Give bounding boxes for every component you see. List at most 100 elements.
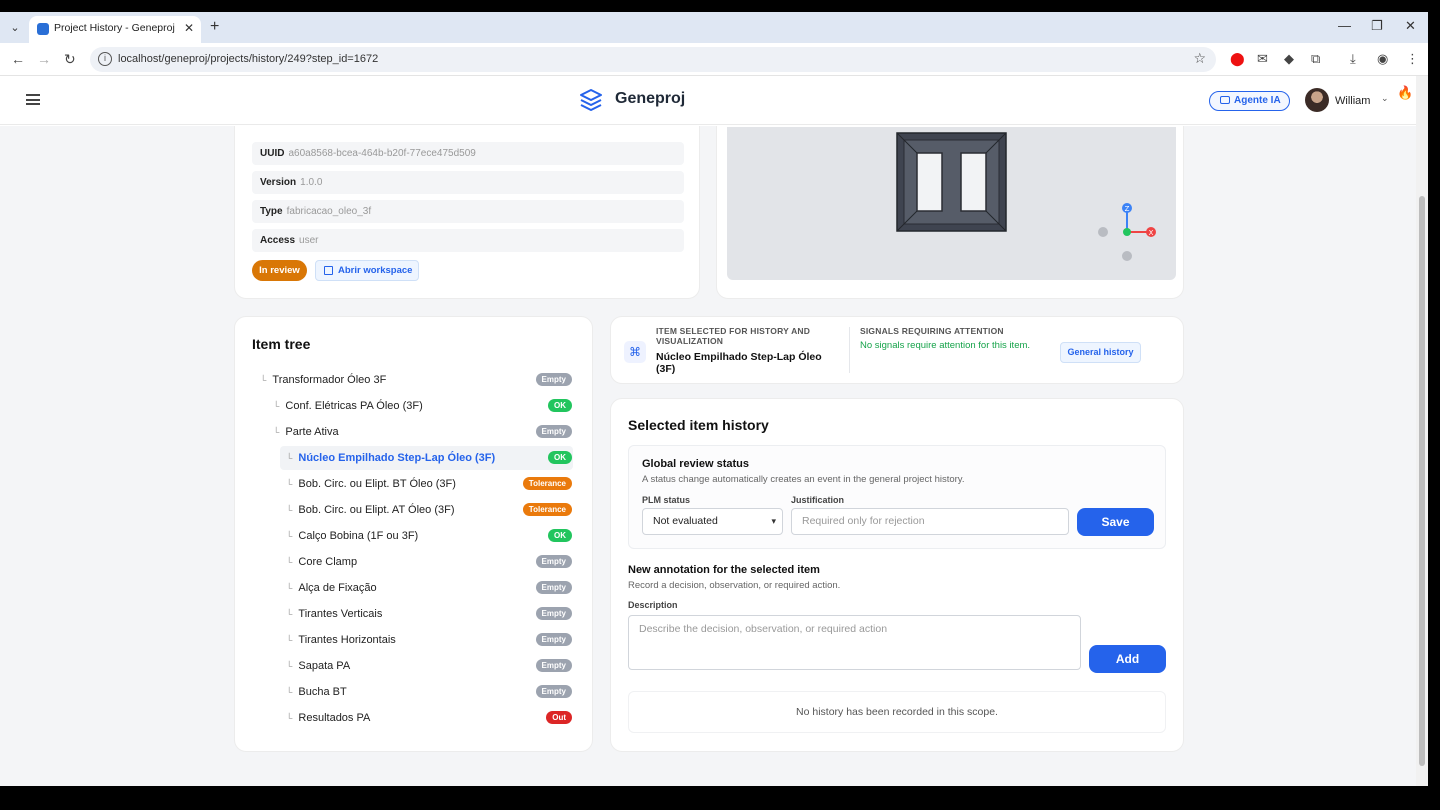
plm-status-select[interactable]: Not evaluated ▾ [642, 508, 783, 535]
status-badge: Empty [535, 607, 572, 620]
tree-branch-icon: └ [286, 713, 293, 723]
tree-item[interactable]: └ Resultados PA Out [286, 706, 594, 730]
tab-title: Project History - Geneproj [54, 22, 175, 34]
status-badge: OK [548, 529, 572, 542]
restore-icon[interactable]: ❐ [1371, 18, 1383, 34]
tree-item[interactable]: └ Bob. Circ. ou Elipt. AT Óleo (3F) Tolera… [286, 498, 594, 522]
scrollbar-thumb[interactable] [1419, 196, 1425, 766]
new-tab-icon[interactable]: + [210, 18, 219, 36]
app-header: Geneproj Agente IA William ⌄ 🔥 [0, 76, 1428, 125]
flame-icon[interactable]: 🔥 [1397, 85, 1413, 101]
selected-item-name: Núcleo Empilhado Step-Lap Óleo (3F) [656, 351, 822, 375]
tree-branch-icon: └ [286, 479, 293, 489]
justification-input[interactable]: Required only for rejection [791, 508, 1069, 535]
minimize-icon[interactable]: — [1338, 18, 1351, 33]
site-info-icon[interactable]: i [98, 52, 112, 66]
avatar[interactable] [1305, 88, 1329, 112]
puzzle-extensions-icon[interactable]: ⧉ [1311, 51, 1320, 67]
project-meta-card: UUID a60a8568-bcea-464b-b20f-77ece475d509… [234, 126, 700, 299]
tree-branch-icon: └ [273, 401, 280, 411]
axis-x-label: X [1149, 229, 1154, 237]
status-badge: Tolerance [522, 477, 572, 490]
tree-item[interactable]: └ Transformador Óleo 3F Empty [260, 368, 594, 392]
review-title: Global review status [642, 458, 749, 470]
forward-icon[interactable]: → [37, 51, 51, 67]
agent-ia-button[interactable]: Agente IA [1209, 91, 1290, 111]
status-badge: OK [548, 399, 572, 412]
tree-item-label: Bob. Circ. ou Elipt. BT Óleo (3F) [298, 478, 456, 490]
tree-item[interactable]: └ Bucha BT Empty [286, 680, 594, 704]
favicon-icon [37, 23, 49, 35]
tree-item[interactable]: └ Conf. Elétricas PA Óleo (3F) OK [273, 394, 594, 418]
type-row: Type fabricacao_oleo_3f [252, 200, 684, 223]
tree-item[interactable]: └ Sapata PA Empty [286, 654, 594, 678]
selection-card: ⌘ Item selected for history and visualiz… [610, 316, 1184, 384]
chevron-down-icon[interactable]: ⌄ [1381, 93, 1389, 104]
app-name: Geneproj [615, 90, 686, 107]
status-badge: Empty [535, 373, 572, 386]
tree-item-label: Calço Bobina (1F ou 3F) [298, 530, 419, 542]
hamburger-menu-icon[interactable] [26, 94, 40, 105]
page-content: UUID a60a8568-bcea-464b-b20f-77ece475d509… [0, 126, 1416, 786]
tab-search-icon[interactable]: ⌄ [6, 19, 24, 37]
tree-item[interactable]: └ Tirantes Horizontais Empty [286, 628, 594, 652]
tree-item-label: Transformador Óleo 3F [272, 374, 387, 386]
open-workspace-button[interactable]: Abrir workspace [315, 260, 419, 281]
viewer-card: Z X [716, 126, 1184, 299]
status-badge: Empty [535, 685, 572, 698]
uuid-row: UUID a60a8568-bcea-464b-b20f-77ece475d509 [252, 142, 684, 165]
close-window-icon[interactable]: ✕ [1405, 18, 1416, 34]
save-button[interactable]: Save [1077, 508, 1154, 536]
monitor-icon [1220, 96, 1230, 104]
page-scrollbar[interactable] [1416, 76, 1428, 786]
tree-branch-icon: └ [286, 531, 293, 541]
url-field[interactable]: i localhost/geneproj/projects/history/24… [90, 47, 1216, 72]
tree-item-label: Bob. Circ. ou Elipt. AT Óleo (3F) [298, 504, 455, 516]
tree-item[interactable]: └ Alça de Fixação Empty [286, 576, 594, 600]
tree-item[interactable]: └ Calço Bobina (1F ou 3F) OK [286, 524, 594, 548]
bookmark-star-icon[interactable]: ☆ [1193, 50, 1206, 67]
version-row: Version 1.0.0 [252, 171, 684, 194]
annotation-title: New annotation for the selected item [628, 564, 820, 576]
tree-branch-icon: └ [286, 687, 293, 697]
command-icon: ⌘ [624, 341, 646, 363]
tree-item-label: Core Clamp [298, 556, 358, 568]
annotation-desc: Record a decision, observation, or requi… [628, 580, 841, 591]
profile-icon[interactable]: ◉ [1377, 51, 1388, 67]
description-label: Description [628, 600, 678, 610]
general-history-button[interactable]: General history [1060, 342, 1141, 363]
back-icon[interactable]: ← [11, 51, 25, 67]
status-badge: In review [252, 260, 307, 281]
close-tab-icon[interactable]: ✕ [184, 21, 194, 35]
reload-icon[interactable]: ↻ [64, 51, 76, 68]
tree-branch-icon: └ [286, 583, 293, 593]
download-icon[interactable]: ⤓ [1350, 51, 1356, 67]
tree-item[interactable]: └ Parte Ativa Empty [273, 420, 594, 444]
tree-branch-icon: └ [286, 505, 293, 515]
user-name[interactable]: William [1335, 95, 1370, 107]
add-button[interactable]: Add [1089, 645, 1166, 673]
signals-label: Signals requiring attention [860, 326, 1004, 336]
url-text: localhost/geneproj/projects/history/249?… [118, 53, 379, 65]
tree-item-label: Tirantes Verticais [298, 608, 383, 620]
tree-item-label: Núcleo Empilhado Step-Lap Óleo (3F) [298, 452, 496, 464]
3d-viewer[interactable]: Z X [727, 127, 1176, 280]
tree-item[interactable]: └ Núcleo Empilhado Step-Lap Óleo (3F) OK [286, 446, 594, 470]
menu-kebab-icon[interactable]: ⋮ [1406, 51, 1419, 67]
tree-item-label: Parte Ativa [285, 426, 339, 438]
description-textarea[interactable]: Describe the decision, observation, or r… [628, 615, 1081, 670]
address-bar: ← → ↻ i localhost/geneproj/projects/hist… [0, 43, 1428, 76]
opera-extension-icon[interactable]: ⬤ [1230, 51, 1245, 67]
item-tree-card: Item tree └ Transformador Óleo 3F Empty └ Co… [234, 316, 593, 752]
tree-item[interactable]: └ Tirantes Verticais Empty [286, 602, 594, 626]
plm-status-label: PLM status [642, 495, 691, 505]
shield-extension-icon[interactable]: ◆ [1284, 51, 1294, 67]
external-link-icon [324, 266, 333, 275]
chevron-down-icon: ▾ [771, 516, 776, 526]
tree-item-label: Alça de Fixação [298, 582, 377, 594]
axis-gizmo[interactable]: Z X [1092, 199, 1172, 269]
tree-item[interactable]: └ Core Clamp Empty [286, 550, 594, 574]
mail-extension-icon[interactable]: ✉ [1257, 51, 1268, 67]
tree-item[interactable]: └ Bob. Circ. ou Elipt. BT Óleo (3F) Tolera… [286, 472, 594, 496]
browser-tab[interactable]: Project History - Geneproj ✕ [29, 16, 201, 43]
